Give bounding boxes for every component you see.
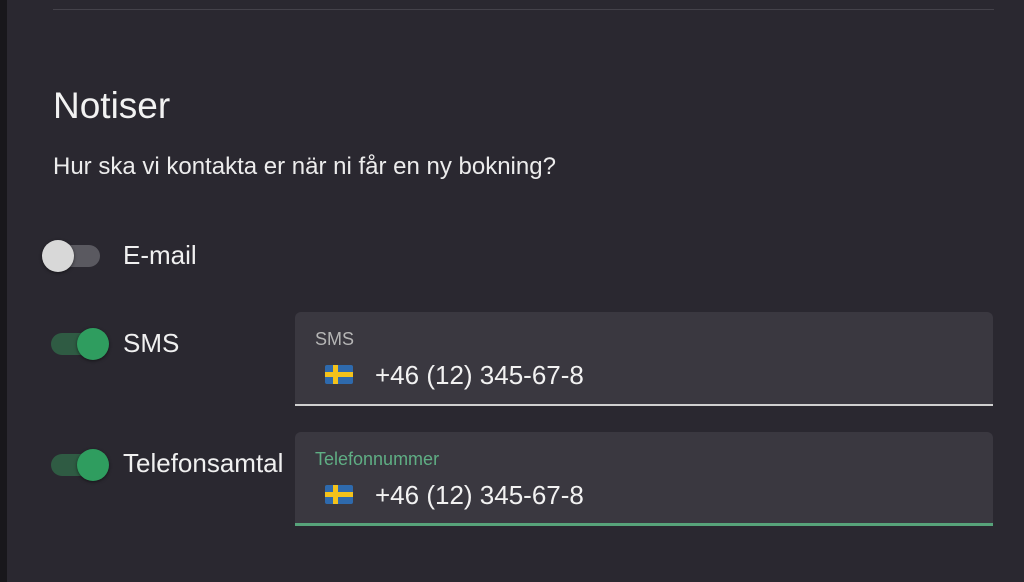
window-edge: [0, 0, 7, 582]
section-subtitle: Hur ska vi kontakta er när ni får en ny …: [53, 153, 556, 180]
phone-number-input[interactable]: [375, 477, 965, 513]
section-title: Notiser: [53, 85, 171, 126]
email-toggle-thumb: [42, 240, 74, 272]
sms-field-label: SMS: [315, 329, 355, 349]
phone-call-toggle[interactable]: [47, 445, 109, 483]
phone-number-field[interactable]: Telefonnummer: [295, 432, 993, 526]
phone-field-underline: [295, 523, 993, 526]
phone-call-toggle-label[interactable]: Telefonsamtal: [123, 447, 283, 479]
sms-field-underline: [295, 404, 993, 406]
phone-field-label: Telefonnummer: [315, 449, 440, 469]
phone-call-toggle-thumb: [77, 449, 109, 481]
sms-phone-input[interactable]: [375, 357, 965, 393]
sweden-flag-icon[interactable]: [325, 485, 353, 504]
sms-phone-field[interactable]: SMS: [295, 312, 993, 406]
sms-toggle-label[interactable]: SMS: [123, 327, 179, 359]
sweden-flag-icon[interactable]: [325, 365, 353, 384]
section-divider: [53, 9, 994, 10]
sms-toggle-thumb: [77, 328, 109, 360]
flag-cross-vertical: [333, 485, 338, 504]
flag-cross-vertical: [333, 365, 338, 384]
flag-cross-horizontal: [325, 372, 353, 377]
sms-toggle[interactable]: [47, 324, 109, 362]
email-toggle-label[interactable]: E-mail: [123, 239, 197, 271]
email-toggle[interactable]: [42, 236, 102, 274]
settings-panel: Notiser Hur ska vi kontakta er när ni få…: [7, 0, 1024, 582]
flag-cross-horizontal: [325, 492, 353, 497]
